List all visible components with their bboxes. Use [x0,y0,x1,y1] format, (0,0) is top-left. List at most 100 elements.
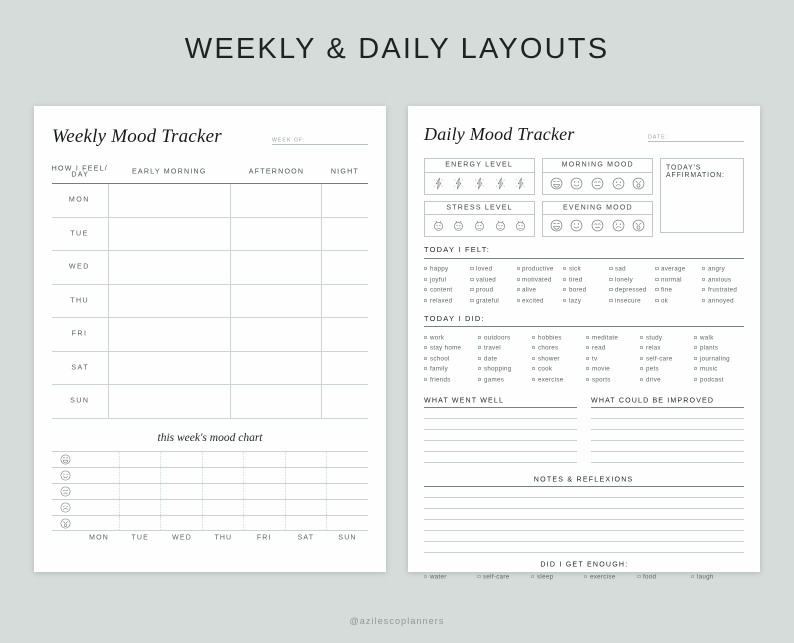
checkbox[interactable] [640,335,644,339]
mood-cell[interactable] [78,451,120,467]
checkbox[interactable] [562,277,567,281]
checkbox[interactable] [609,298,613,302]
list-item[interactable]: chores [532,343,582,354]
list-item[interactable]: walk [694,332,744,343]
list-item[interactable]: insecure [609,295,651,306]
checkbox[interactable] [470,288,474,292]
checkbox[interactable] [701,288,706,292]
stressed-face-icon[interactable] [494,218,507,233]
mood-cell[interactable] [161,500,203,516]
list-item[interactable]: music [694,364,744,375]
stressed-face-icon[interactable] [473,218,486,233]
checkbox[interactable] [586,356,590,360]
list-item[interactable]: water [424,572,477,583]
list-item[interactable]: annoyed [701,295,744,306]
checkbox[interactable] [640,356,644,360]
write-line[interactable] [591,408,744,419]
list-item[interactable]: relaxed [424,295,466,306]
list-item[interactable]: friends [424,374,474,385]
list-item[interactable]: productive [516,264,559,275]
cell-sat-morning[interactable] [108,351,232,385]
checkbox[interactable] [562,288,567,292]
cell-mon-morning[interactable] [108,183,232,218]
mood-cell[interactable] [120,483,162,500]
mood-cell[interactable] [203,516,245,531]
mood-cell[interactable] [78,467,120,483]
list-item[interactable]: hobbies [532,332,582,343]
write-line[interactable] [424,419,577,430]
grin-face-icon[interactable] [550,177,563,190]
mood-cell[interactable] [327,516,368,530]
checkbox[interactable] [424,267,428,271]
write-line[interactable] [591,452,744,463]
list-item[interactable]: stay home [424,343,474,354]
write-line[interactable] [424,408,577,419]
checkbox[interactable] [586,367,590,371]
stressed-face-icon[interactable] [452,218,465,233]
checkbox[interactable] [532,335,536,339]
list-item[interactable]: grateful [470,295,512,306]
checkbox[interactable] [478,367,482,371]
list-item[interactable]: sports [586,374,636,385]
checkbox[interactable] [640,377,644,381]
cell-fri-morning[interactable] [108,317,232,352]
checkbox[interactable] [516,267,520,271]
checkbox[interactable] [640,346,644,350]
mood-cell[interactable] [286,483,328,500]
checkbox[interactable] [690,575,695,579]
list-item[interactable]: podcast [694,374,744,385]
lightning-bolt-icon[interactable] [473,176,486,191]
write-line[interactable] [424,430,577,441]
neutral-face-icon[interactable] [591,177,604,190]
list-item[interactable]: normal [655,274,697,285]
cell-sat-night[interactable] [321,351,368,385]
list-item[interactable]: self-care [640,353,690,364]
shocked-face-icon[interactable] [632,177,645,190]
lightning-bolt-icon[interactable] [494,176,507,191]
write-line[interactable] [591,441,744,452]
checkbox[interactable] [701,277,706,281]
list-item[interactable]: excited [516,295,559,306]
list-item[interactable]: fine [655,285,697,296]
mood-cell[interactable] [78,483,120,500]
stressed-face-icon[interactable] [432,218,445,233]
checkbox[interactable] [694,356,698,360]
checkbox[interactable] [532,377,536,381]
mood-cell[interactable] [120,516,162,531]
list-item[interactable]: study [640,332,690,343]
checkbox[interactable] [532,367,536,371]
mood-cell[interactable] [161,483,203,500]
list-item[interactable]: lonely [609,274,651,285]
list-item[interactable]: shopping [478,364,528,375]
mood-cell[interactable] [286,467,328,483]
write-line[interactable] [424,441,577,452]
list-item[interactable]: valued [470,274,512,285]
checkbox[interactable] [478,346,482,350]
mood-cell[interactable] [78,500,120,516]
checkbox[interactable] [586,346,590,350]
list-item[interactable]: read [586,343,636,354]
mood-cell[interactable] [327,500,368,515]
list-item[interactable]: sick [562,264,605,275]
list-item[interactable]: drive [640,374,690,385]
mood-cell[interactable] [244,483,286,500]
checkbox[interactable] [424,356,428,360]
checkbox[interactable] [516,298,520,302]
mood-cell[interactable] [203,483,245,500]
checkbox[interactable] [694,367,698,371]
mood-cell[interactable] [244,500,286,516]
write-line[interactable] [424,498,744,509]
checkbox[interactable] [637,575,641,579]
cell-thu-afternoon[interactable] [230,284,323,318]
write-line[interactable] [424,487,744,498]
cell-tue-morning[interactable] [108,217,232,251]
shocked-face-icon[interactable] [632,219,645,232]
list-item[interactable]: content [424,285,466,296]
write-line[interactable] [424,531,744,542]
list-item[interactable]: relax [640,343,690,354]
checkbox[interactable] [424,377,428,381]
sad-face-icon[interactable] [612,177,625,190]
list-item[interactable]: joyful [424,274,466,285]
list-item[interactable]: work [424,332,474,343]
checkbox[interactable] [701,267,706,271]
